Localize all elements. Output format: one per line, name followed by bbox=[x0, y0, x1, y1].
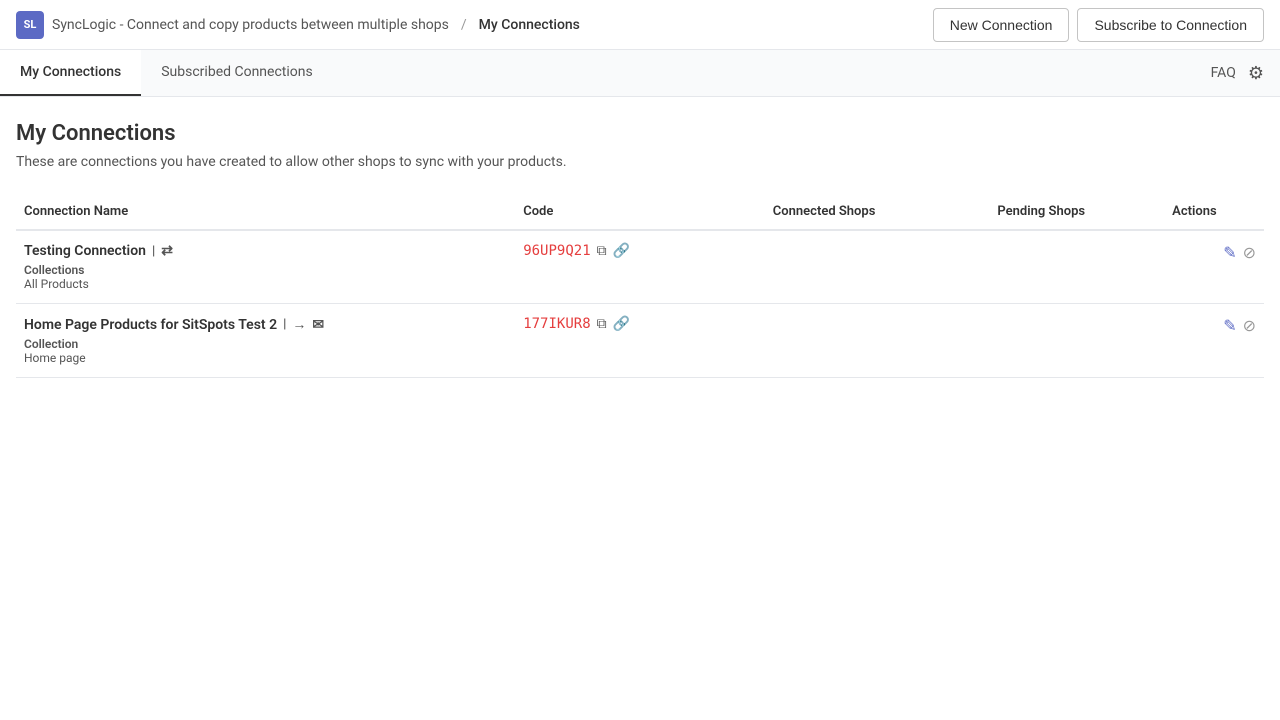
tab-subscribed-connections[interactable]: Subscribed Connections bbox=[141, 50, 332, 96]
link-icon[interactable]: 🔗 bbox=[613, 243, 630, 259]
tabs: My Connections Subscribed Connections bbox=[0, 50, 333, 96]
breadcrumb-current: My Connections bbox=[479, 17, 580, 33]
connection-name: Testing Connection | ⇄ bbox=[24, 243, 507, 259]
gear-icon[interactable]: ⚙ bbox=[1248, 63, 1264, 84]
connection-code: 96UP9Q21 bbox=[523, 243, 590, 259]
pending-shops-cell bbox=[989, 230, 1164, 304]
connection-type-value: All Products bbox=[24, 277, 507, 291]
pending-shops-cell bbox=[989, 304, 1164, 378]
app-logo: SL bbox=[16, 11, 44, 39]
sync-icon: ⇄ bbox=[161, 243, 173, 259]
connected-shops-cell bbox=[765, 304, 990, 378]
app-header: SL SyncLogic - Connect and copy products… bbox=[0, 0, 1280, 50]
code-cell: 96UP9Q21 ⧉ 🔗 bbox=[523, 243, 757, 259]
faq-link[interactable]: FAQ bbox=[1211, 65, 1236, 81]
page-title: My Connections bbox=[16, 121, 1264, 146]
action-icons: ✎ ⊘ bbox=[1172, 316, 1256, 335]
new-connection-button[interactable]: New Connection bbox=[933, 8, 1070, 42]
email-icon: ✉ bbox=[312, 317, 324, 333]
link-icon[interactable]: 🔗 bbox=[613, 316, 630, 332]
breadcrumb-separator: / bbox=[461, 17, 467, 33]
delete-icon[interactable]: ⊘ bbox=[1243, 243, 1256, 262]
col-header-pending-shops: Pending Shops bbox=[989, 194, 1164, 230]
edit-icon[interactable]: ✎ bbox=[1223, 243, 1236, 262]
action-icons: ✎ ⊘ bbox=[1172, 243, 1256, 262]
table-header-row: Connection Name Code Connected Shops Pen… bbox=[16, 194, 1264, 230]
col-header-actions: Actions bbox=[1164, 194, 1264, 230]
copy-icon[interactable]: ⧉ bbox=[597, 243, 607, 259]
col-header-connected-shops: Connected Shops bbox=[765, 194, 990, 230]
page-description: These are connections you have created t… bbox=[16, 154, 1264, 170]
tab-my-connections[interactable]: My Connections bbox=[0, 50, 141, 96]
separator-bar: | bbox=[152, 244, 155, 259]
connection-name: Home Page Products for SitSpots Test 2 |… bbox=[24, 316, 507, 333]
tabs-container: My Connections Subscribed Connections FA… bbox=[0, 50, 1280, 97]
col-header-code: Code bbox=[515, 194, 765, 230]
delete-icon[interactable]: ⊘ bbox=[1243, 316, 1256, 335]
code-cell: 177IKUR8 ⧉ 🔗 bbox=[523, 316, 757, 332]
copy-icon[interactable]: ⧉ bbox=[597, 316, 607, 332]
connection-code: 177IKUR8 bbox=[523, 316, 590, 332]
table-row: Home Page Products for SitSpots Test 2 |… bbox=[16, 304, 1264, 378]
col-header-connection-name: Connection Name bbox=[16, 194, 515, 230]
connection-type-label: Collections bbox=[24, 263, 507, 277]
edit-icon[interactable]: ✎ bbox=[1223, 316, 1236, 335]
connection-type-value: Home page bbox=[24, 351, 507, 365]
separator-bar: | bbox=[283, 317, 286, 332]
connection-type-label: Collection bbox=[24, 337, 507, 351]
tab-actions: FAQ ⚙ bbox=[1211, 63, 1280, 84]
sync-icon: → bbox=[292, 316, 306, 333]
connected-shops-cell bbox=[765, 230, 990, 304]
subscribe-to-connection-button[interactable]: Subscribe to Connection bbox=[1077, 8, 1264, 42]
connections-table: Connection Name Code Connected Shops Pen… bbox=[16, 194, 1264, 378]
header-left: SL SyncLogic - Connect and copy products… bbox=[16, 11, 580, 39]
breadcrumb-app-name: SyncLogic - Connect and copy products be… bbox=[52, 17, 449, 33]
main-content: My Connections These are connections you… bbox=[0, 97, 1280, 402]
header-buttons: New Connection Subscribe to Connection bbox=[933, 8, 1264, 42]
table-row: Testing Connection | ⇄ Collections All P… bbox=[16, 230, 1264, 304]
